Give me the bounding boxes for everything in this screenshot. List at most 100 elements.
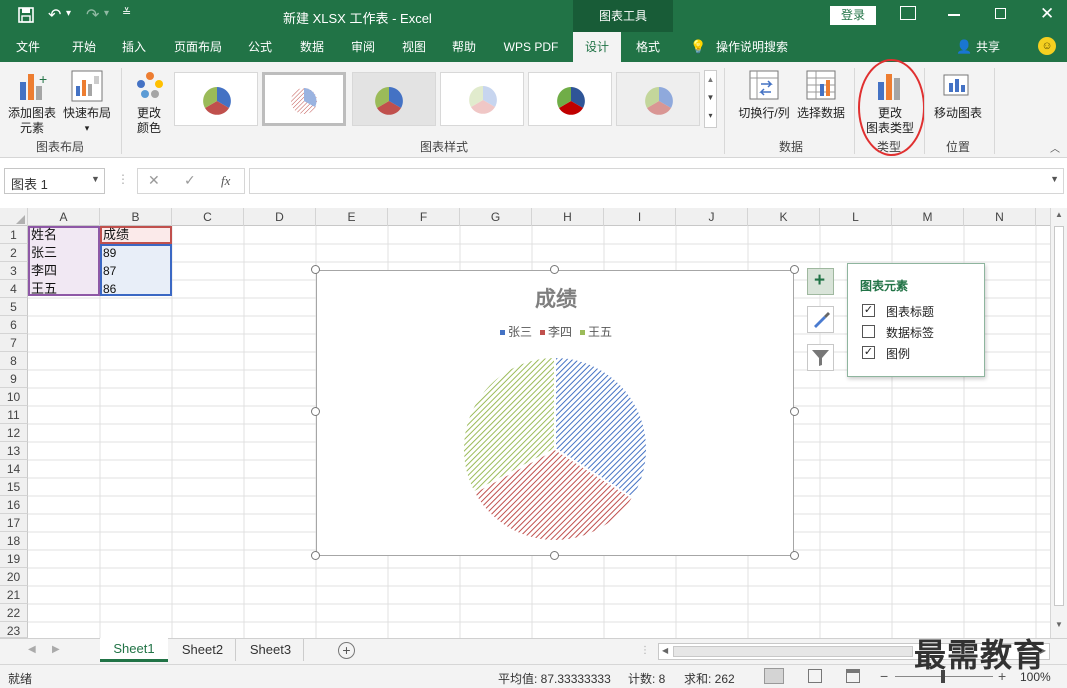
chart-legend[interactable]: 张三 李四 王五 — [317, 323, 795, 340]
tab-review[interactable]: 审阅 — [343, 32, 383, 62]
tab-help[interactable]: 帮助 — [444, 32, 484, 62]
cancel-icon[interactable]: ✕ — [148, 172, 160, 189]
tab-page-layout[interactable]: 页面布局 — [166, 32, 230, 62]
tab-data[interactable]: 数据 — [292, 32, 332, 62]
col-header-a[interactable]: A — [28, 208, 100, 226]
cell-b4[interactable]: 86 — [100, 280, 172, 298]
col-header-f[interactable]: F — [388, 208, 460, 226]
expand-formula-icon[interactable]: ▼ — [1050, 174, 1059, 184]
gallery-scroll[interactable]: ▲ ▼ ▾ — [704, 70, 717, 128]
prev-sheet-icon[interactable]: ◀ — [28, 644, 36, 655]
chart-title[interactable]: 成绩 — [317, 283, 795, 313]
row-header-3[interactable]: 3 — [0, 262, 28, 280]
col-header-n[interactable]: N — [964, 208, 1036, 226]
vertical-scroll-thumb[interactable] — [1054, 226, 1064, 606]
sheet-tab-sheet1[interactable]: Sheet1 — [100, 638, 168, 662]
col-header-g[interactable]: G — [460, 208, 532, 226]
select-data-button[interactable]: 选择数据 — [794, 66, 848, 136]
quick-layout-button[interactable]: 快速布局 ▾ — [62, 66, 112, 136]
customize-qat-icon[interactable]: ≚ — [122, 6, 131, 19]
chart-style-5[interactable] — [528, 72, 612, 126]
resize-handle-top-left[interactable] — [311, 265, 320, 274]
add-chart-element-button[interactable]: + 添加图表 元素 — [4, 66, 60, 136]
maximize-icon[interactable] — [995, 8, 1006, 19]
row-header-4[interactable]: 4 — [0, 280, 28, 298]
col-header-h[interactable]: H — [532, 208, 604, 226]
data-labels-checkbox[interactable] — [862, 325, 875, 338]
tab-view[interactable]: 视图 — [394, 32, 434, 62]
tab-home[interactable]: 开始 — [62, 32, 106, 62]
resize-handle-bottom-right[interactable] — [790, 551, 799, 560]
row-header-13[interactable]: 13 — [0, 442, 28, 460]
vertical-scrollbar[interactable]: ▲ ▼ — [1050, 208, 1067, 638]
formula-input[interactable]: ▼ — [249, 168, 1064, 194]
scroll-down-icon[interactable]: ▼ — [1055, 620, 1063, 629]
tab-file[interactable]: 文件 — [8, 32, 48, 62]
save-icon[interactable] — [18, 7, 34, 27]
cell-a1[interactable]: 姓名 — [28, 226, 100, 244]
chart-style-4[interactable] — [440, 72, 524, 126]
cell-b3[interactable]: 87 — [100, 262, 172, 280]
scroll-left-icon[interactable]: ◀ — [662, 646, 668, 655]
row-header-2[interactable]: 2 — [0, 244, 28, 262]
chart-filters-button[interactable] — [807, 344, 834, 371]
col-header-m[interactable]: M — [892, 208, 964, 226]
row-header-22[interactable]: 22 — [0, 604, 28, 622]
resize-handle-bottom[interactable] — [550, 551, 559, 560]
name-box-dropdown-icon[interactable]: ▼ — [91, 174, 100, 184]
tab-design[interactable]: 设计 — [573, 32, 621, 62]
name-box[interactable]: 图表 1 ▼ — [4, 168, 105, 194]
smiley-feedback-icon[interactable]: ☺ — [1038, 37, 1056, 55]
sheet-tab-sheet2[interactable]: Sheet2 — [170, 639, 236, 661]
row-header-15[interactable]: 15 — [0, 478, 28, 496]
tell-me-search[interactable]: 操作说明搜索 — [710, 32, 794, 62]
row-header-10[interactable]: 10 — [0, 388, 28, 406]
row-header-1[interactable]: 1 — [0, 226, 28, 244]
data-labels-option-label[interactable]: 数据标签 — [886, 324, 934, 341]
chart-title-option-label[interactable]: 图表标题 — [886, 303, 934, 320]
row-header-21[interactable]: 21 — [0, 586, 28, 604]
legend-option-label[interactable]: 图例 — [886, 345, 910, 362]
minimize-icon[interactable] — [948, 14, 960, 16]
pie-plot-area[interactable] — [456, 351, 656, 551]
row-header-19[interactable]: 19 — [0, 550, 28, 568]
switch-row-column-button[interactable]: 切换行/列 — [734, 66, 794, 136]
cell-a2[interactable]: 张三 — [28, 244, 100, 262]
enter-icon[interactable]: ✓ — [184, 172, 196, 189]
change-colors-button[interactable]: 更改 颜色 — [127, 66, 171, 136]
col-header-c[interactable]: C — [172, 208, 244, 226]
col-header-k[interactable]: K — [748, 208, 820, 226]
new-sheet-icon[interactable]: + — [338, 642, 355, 659]
page-break-view-icon[interactable] — [846, 669, 860, 683]
col-header-l[interactable]: L — [820, 208, 892, 226]
cell-b2[interactable]: 89 — [100, 244, 172, 262]
row-header-11[interactable]: 11 — [0, 406, 28, 424]
col-header-i[interactable]: I — [604, 208, 676, 226]
row-header-9[interactable]: 9 — [0, 370, 28, 388]
resize-handle-left[interactable] — [311, 407, 320, 416]
col-header-j[interactable]: J — [676, 208, 748, 226]
chart-title-checkbox[interactable]: ✓ — [862, 304, 875, 317]
horizontal-scroll-thumb[interactable] — [673, 646, 913, 657]
row-header-17[interactable]: 17 — [0, 514, 28, 532]
scroll-up-icon[interactable]: ▲ — [1055, 210, 1063, 219]
col-header-d[interactable]: D — [244, 208, 316, 226]
ribbon-display-options-icon[interactable] — [900, 6, 916, 20]
col-header-b[interactable]: B — [100, 208, 172, 226]
cell-a3[interactable]: 李四 — [28, 262, 100, 280]
close-icon[interactable]: ✕ — [1040, 4, 1054, 24]
next-sheet-icon[interactable]: ▶ — [52, 644, 60, 655]
chart-style-6[interactable] — [616, 72, 700, 126]
normal-view-icon[interactable] — [764, 668, 784, 684]
chart-style-1[interactable] — [174, 72, 258, 126]
row-header-7[interactable]: 7 — [0, 334, 28, 352]
resize-handle-top-right[interactable] — [790, 265, 799, 274]
resize-handle-top[interactable] — [550, 265, 559, 274]
row-header-5[interactable]: 5 — [0, 298, 28, 316]
collapse-ribbon-icon[interactable]: ︿ — [1050, 140, 1060, 155]
chart-elements-button[interactable]: + — [807, 268, 834, 295]
undo-icon[interactable]: ↶ — [48, 5, 61, 25]
chart-style-2-selected[interactable] — [262, 72, 346, 126]
row-header-16[interactable]: 16 — [0, 496, 28, 514]
resize-handle-bottom-left[interactable] — [311, 551, 320, 560]
